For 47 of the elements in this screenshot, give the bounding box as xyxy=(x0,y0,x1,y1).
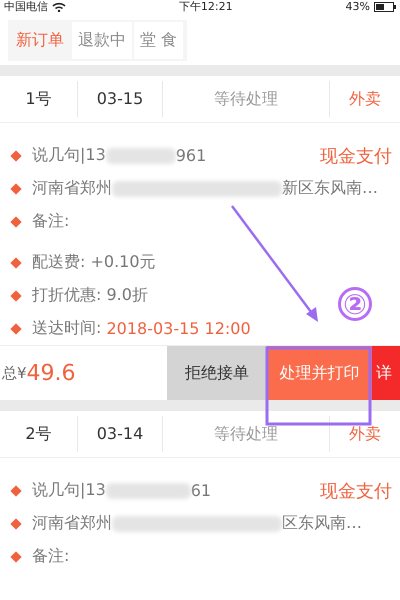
battery-icon xyxy=(374,2,396,12)
payment-method: 现金支付 xyxy=(320,480,392,502)
note-label: 备注: xyxy=(32,211,70,232)
order-status: 等待处理 xyxy=(163,81,330,117)
address-text: 河南省郑州 xyxy=(32,178,112,199)
reject-button[interactable]: 拒绝接单 xyxy=(167,346,267,400)
step-number: ② xyxy=(338,287,372,321)
customer-phone: 说几句|13 xyxy=(32,480,106,501)
carrier-name: 中国电信 xyxy=(4,0,48,14)
bullet-icon xyxy=(10,484,22,496)
status-time: 下午12:21 xyxy=(178,0,233,14)
delivery-time: 2018-03-15 12:00 xyxy=(106,319,251,338)
blurred-text xyxy=(106,148,176,164)
order-type: 外卖 xyxy=(348,423,382,445)
phone-ending: 61 xyxy=(190,481,212,500)
wifi-icon xyxy=(52,2,66,12)
bullet-icon xyxy=(10,518,22,530)
bullet-icon xyxy=(10,322,22,334)
bullet-icon xyxy=(10,256,22,268)
payment-method: 现金支付 xyxy=(320,144,392,168)
bullet-icon xyxy=(10,290,22,302)
order-date: 03-14 xyxy=(78,416,163,452)
bullet-icon xyxy=(10,182,22,194)
battery-percent: 43% xyxy=(346,0,370,14)
note-label: 备注: xyxy=(32,546,70,567)
order-number: 1号 xyxy=(0,81,78,117)
order-status: 等待处理 xyxy=(163,416,330,452)
detail-button[interactable]: 详 xyxy=(372,346,400,400)
bullet-icon xyxy=(10,550,22,562)
tab[interactable]: 退款中 xyxy=(72,22,132,59)
delivery-label: 送达时间: xyxy=(32,318,102,339)
order-date: 03-15 xyxy=(78,81,163,117)
address-text: 新区东风南… xyxy=(282,178,378,199)
phone-ending: 961 xyxy=(176,146,206,165)
order-type: 外卖 xyxy=(348,88,382,110)
address-text: 区东风南… xyxy=(282,513,362,534)
customer-phone: 说几句|13 xyxy=(32,145,106,166)
detail-text: 打折优惠: 9.0折 xyxy=(32,285,148,306)
process-print-button[interactable]: 处理并打印 xyxy=(267,346,372,400)
order-number: 2号 xyxy=(0,416,78,452)
tab[interactable]: 堂 食 xyxy=(134,22,184,59)
address-text: 河南省郑州 xyxy=(32,513,112,534)
bullet-icon xyxy=(10,150,22,162)
bullet-icon xyxy=(10,216,22,228)
detail-text: 配送费: +0.10元 xyxy=(32,252,156,273)
total-amount: 49.6 xyxy=(26,360,76,386)
total-label: 总¥ xyxy=(2,364,27,382)
